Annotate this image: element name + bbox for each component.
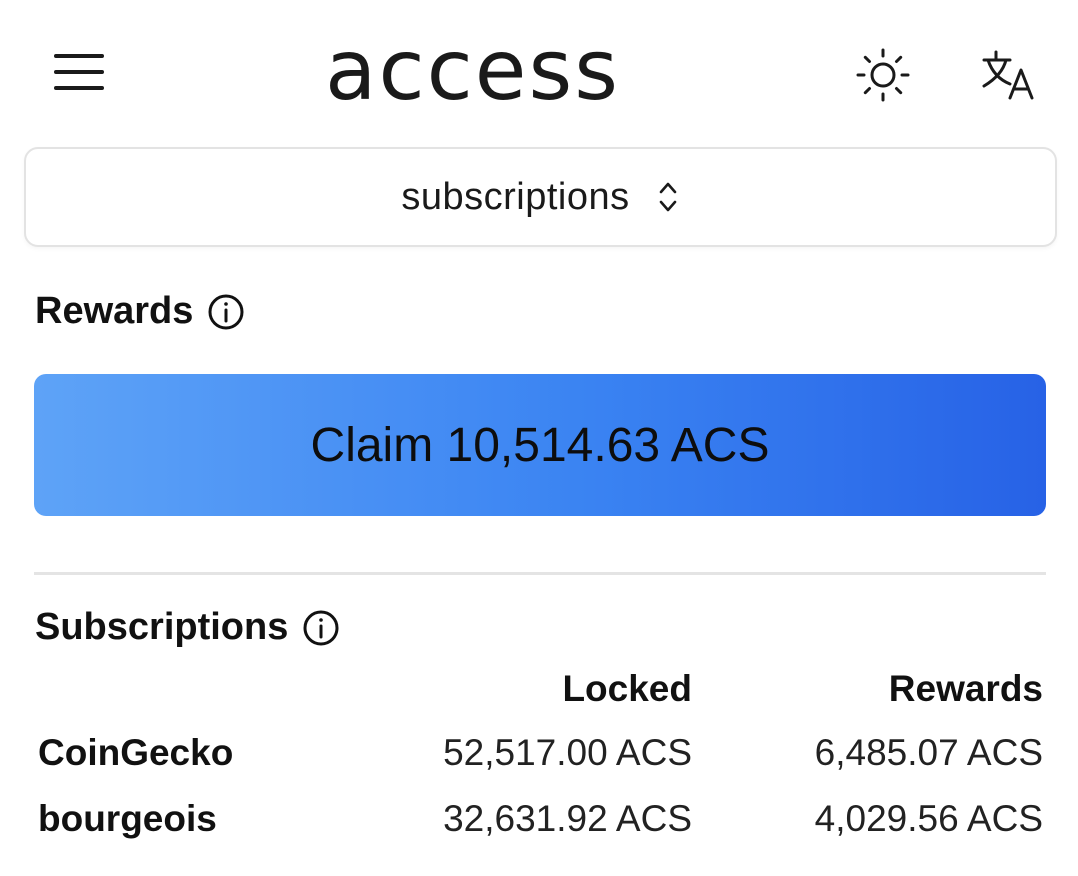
access-logo[interactable]: access [300, 20, 645, 120]
subscription-locked: 32,631.92 ACS [443, 798, 692, 839]
view-select[interactable]: subscriptions [24, 147, 1057, 247]
info-icon[interactable] [302, 609, 340, 647]
subscription-name: CoinGecko [38, 732, 234, 773]
menu-line [54, 86, 104, 90]
subscription-locked: 52,517.00 ACS [443, 732, 692, 773]
subscriptions-title: Subscriptions [35, 606, 289, 648]
chevron-up-down-icon [659, 182, 676, 212]
hamburger-menu-icon[interactable] [50, 48, 108, 98]
rewards-title: Rewards [35, 290, 194, 332]
column-header-rewards: Rewards [888, 668, 1043, 709]
info-icon[interactable] [207, 293, 245, 331]
view-select-label: subscriptions [401, 175, 630, 218]
column-header-locked: Locked [562, 668, 692, 709]
translate-icon[interactable] [976, 42, 1042, 108]
sun-icon[interactable] [852, 44, 914, 106]
menu-line [54, 70, 104, 74]
page: access subscriptions Rewards Claim 10,51… [0, 0, 1078, 876]
divider [34, 572, 1046, 575]
menu-line [54, 54, 104, 58]
subscription-rewards: 4,029.56 ACS [814, 798, 1043, 839]
subscriptions-heading: Subscriptions [35, 606, 340, 649]
rewards-heading: Rewards [35, 290, 245, 333]
subscription-rewards: 6,485.07 ACS [814, 732, 1043, 773]
claim-rewards-button[interactable]: Claim 10,514.63 ACS [34, 374, 1046, 516]
subscription-name: bourgeois [38, 798, 217, 839]
